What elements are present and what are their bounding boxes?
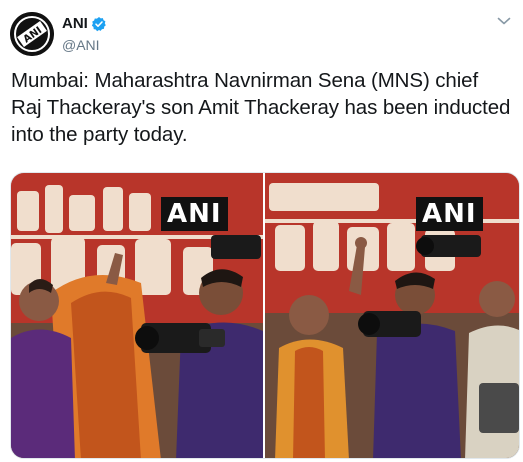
photo-right[interactable]: ANI — [265, 173, 519, 458]
ani-watermark: ANI — [416, 197, 483, 231]
tweet-media[interactable]: ANI ANI — [10, 172, 520, 459]
display-name[interactable]: ANI — [62, 15, 88, 32]
ani-logo-avatar: ANI — [10, 12, 54, 56]
verified-badge-icon — [91, 16, 107, 32]
tweet-card[interactable]: ANI ANI @ANI Mumbai: Maharashtra Navnirm… — [0, 0, 523, 462]
tweet-text-line: into the party today. — [11, 123, 188, 146]
account-names: ANI @ANI — [62, 15, 107, 53]
tweet-text: Mumbai: Maharashtra Navnirman Sena (MNS)… — [11, 67, 519, 148]
tweet-text-line: Raj Thackeray's son Amit Thackeray has b… — [11, 96, 511, 119]
ani-watermark: ANI — [161, 197, 228, 231]
tweet-text-line: Mumbai: Maharashtra Navnirman Sena (MNS)… — [11, 69, 479, 92]
account-handle[interactable]: @ANI — [62, 37, 107, 53]
profile-avatar[interactable]: ANI — [10, 12, 54, 56]
tweet-menu-button[interactable] — [497, 16, 511, 30]
chevron-down-icon — [497, 17, 511, 25]
photo-left[interactable]: ANI — [11, 173, 263, 458]
